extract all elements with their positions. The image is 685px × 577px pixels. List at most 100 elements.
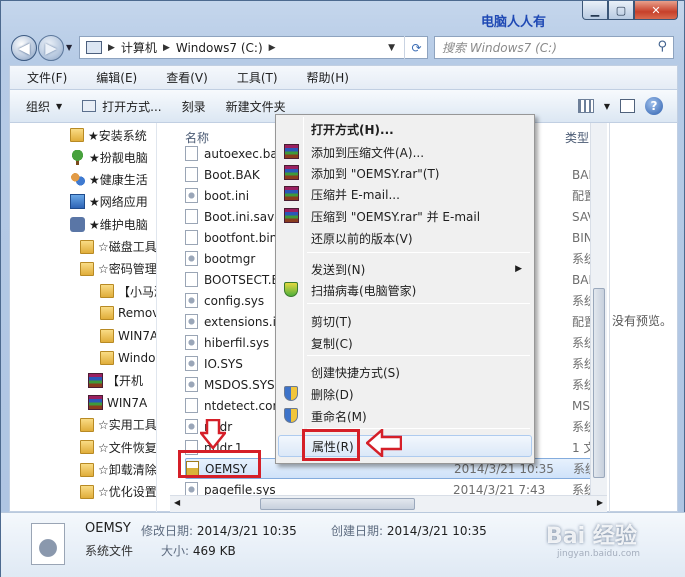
- horizontal-scrollbar[interactable]: ◀ ▶: [170, 495, 607, 512]
- context-menu-item[interactable]: 复制(C): [278, 332, 532, 354]
- change-view-icon[interactable]: [577, 99, 594, 113]
- context-menu-separator: [307, 303, 530, 304]
- scroll-right-icon[interactable]: ▶: [597, 498, 603, 507]
- scroll-left-icon[interactable]: ◀: [174, 498, 180, 507]
- context-menu-item[interactable]: 扫描病毒(电脑管家): [278, 279, 532, 301]
- nav-tree-item[interactable]: ★扮靓电脑: [70, 146, 148, 168]
- context-menu-label: 剪切(T): [311, 314, 352, 329]
- nav-tree-item[interactable]: ☆优化设置: [80, 481, 156, 503]
- breadcrumb-separator-icon[interactable]: ▶: [269, 43, 276, 53]
- nav-tree-item[interactable]: Remove: [100, 302, 156, 324]
- context-menu-item[interactable]: 打开方式(H)...: [278, 118, 532, 140]
- forward-arrow-icon: ▶: [45, 39, 57, 57]
- context-menu-item[interactable]: 添加到 "OEMSY.rar"(T): [278, 162, 532, 184]
- nav-tree-label: ☆文件恢复: [98, 440, 156, 455]
- rar-icon: [88, 372, 103, 388]
- horizontal-scroll-thumb[interactable]: [260, 498, 415, 510]
- nav-tree-item[interactable]: ☆磁盘工具: [80, 236, 156, 258]
- breadcrumb-separator-icon[interactable]: ▶: [108, 43, 115, 53]
- address-bar[interactable]: ▶ 计算机 ▶ Windows7 (C:) ▶ ▼: [79, 36, 428, 59]
- minimize-button[interactable]: ▁: [582, 1, 608, 20]
- details-file-type: 系统文件: [85, 544, 134, 558]
- menu-help[interactable]: 帮助(H): [290, 69, 361, 86]
- nav-tree-label: 【开机: [107, 373, 144, 388]
- caption-buttons: ▁ ▢ ✕: [582, 1, 678, 20]
- vertical-scroll-thumb[interactable]: [593, 288, 605, 478]
- file-icon: [185, 146, 198, 161]
- context-menu-item[interactable]: 删除(D): [278, 383, 532, 405]
- new-folder-button[interactable]: 新建文件夹: [216, 98, 296, 115]
- nav-tree-item[interactable]: 【开机: [88, 369, 143, 391]
- rar-icon: [88, 395, 103, 411]
- menu-bar: 文件(F) 编辑(E) 查看(V) 工具(T) 帮助(H): [9, 65, 678, 89]
- search-input[interactable]: 搜索 Windows7 (C:) ⚲: [434, 36, 674, 59]
- breadcrumb-separator-icon[interactable]: ▶: [163, 43, 170, 53]
- organize-button[interactable]: 组织 ▼: [10, 98, 72, 115]
- menu-tools[interactable]: 工具(T): [220, 69, 290, 86]
- nav-tree-item[interactable]: ☆实用工具: [80, 414, 156, 436]
- modified-label: 修改日期:: [141, 524, 194, 538]
- open-with-button[interactable]: 打开方式...: [72, 98, 171, 115]
- winrar-icon: [284, 144, 299, 159]
- recent-pages-dropdown[interactable]: ▼: [66, 43, 72, 52]
- open-with-label: 打开方式...: [102, 99, 162, 114]
- nav-tree-item[interactable]: WIN7A: [88, 392, 147, 414]
- context-menu-item[interactable]: 发送到(N) ▶: [278, 258, 532, 280]
- menu-edit[interactable]: 编辑(E): [79, 69, 149, 86]
- created-label: 创建日期:: [331, 524, 384, 538]
- file-name: hiberfil.sys: [204, 335, 270, 350]
- nav-tree-item[interactable]: ★网络应用: [70, 191, 148, 213]
- context-menu-item[interactable]: 重命名(M): [278, 405, 532, 427]
- nav-tree-item[interactable]: ☆密码管理: [80, 258, 156, 280]
- nav-tree-label: Remove: [118, 306, 156, 321]
- view-dropdown-icon[interactable]: ▼: [604, 102, 610, 111]
- breadcrumb-computer[interactable]: 计算机: [121, 39, 157, 56]
- file-icon: [185, 167, 198, 182]
- context-menu-item[interactable]: 添加到压缩文件(A)...: [278, 141, 532, 163]
- new-folder-label: 新建文件夹: [225, 99, 286, 114]
- context-menu-label: 删除(D): [311, 387, 354, 402]
- back-button[interactable]: ◀: [11, 35, 37, 61]
- nav-tree-label: ★安装系统: [88, 128, 147, 143]
- nav-pane-divider[interactable]: [156, 123, 157, 512]
- maximize-button[interactable]: ▢: [608, 1, 634, 20]
- nav-tree-item[interactable]: WIN7A: [100, 325, 156, 347]
- left-arrow-icon: [366, 429, 402, 457]
- menu-view[interactable]: 查看(V): [149, 69, 220, 86]
- folder-icon: [100, 284, 114, 299]
- address-dropdown-icon[interactable]: ▼: [388, 43, 395, 53]
- menu-file[interactable]: 文件(F): [10, 69, 79, 86]
- back-arrow-icon: ◀: [18, 39, 30, 57]
- context-menu-item[interactable]: 还原以前的版本(V): [278, 227, 532, 249]
- nav-tree-item[interactable]: ★维护电脑: [70, 213, 148, 235]
- nav-tree-label: ★扮靓电脑: [89, 150, 148, 165]
- context-menu-item[interactable]: 剪切(T): [278, 310, 532, 332]
- folder-icon: [100, 328, 114, 343]
- burn-button[interactable]: 刻录: [172, 98, 216, 115]
- help-icon[interactable]: ?: [645, 97, 663, 115]
- burn-label: 刻录: [181, 99, 206, 114]
- details-modified: 修改日期: 2014/3/21 10:35: [141, 522, 297, 539]
- highlight-box-properties: [302, 429, 360, 461]
- context-menu-item[interactable]: 压缩并 E-mail...: [278, 183, 532, 205]
- close-button[interactable]: ✕: [634, 1, 678, 20]
- nav-tree-item[interactable]: 【小马激: [100, 280, 156, 302]
- nav-tree-item[interactable]: ☆文件恢复: [80, 436, 156, 458]
- open-with-icon: [82, 100, 97, 112]
- context-menu-item[interactable]: 压缩到 "OEMSY.rar" 并 E-mail: [278, 205, 532, 227]
- breadcrumb-drive-c[interactable]: Windows7 (C:): [176, 41, 263, 55]
- folder-icon: [80, 440, 94, 455]
- nav-tree-item[interactable]: Windo: [100, 347, 156, 369]
- organize-label: 组织: [26, 99, 51, 114]
- vertical-scrollbar[interactable]: [590, 123, 607, 495]
- refresh-button[interactable]: ⟳: [404, 36, 428, 59]
- nav-tree-item[interactable]: ★安装系统: [70, 124, 147, 146]
- preview-pane-icon[interactable]: [620, 99, 635, 113]
- context-menu-item[interactable]: 创建快捷方式(S): [278, 361, 532, 383]
- forward-button[interactable]: ▶: [38, 35, 64, 61]
- nav-tree-label: Windo: [118, 351, 156, 365]
- nav-tree-item[interactable]: ★健康生活: [70, 169, 148, 191]
- highlight-box-oemsy: [178, 450, 261, 478]
- watermark-top: 电脑人人有: [481, 15, 547, 30]
- nav-tree-item[interactable]: ☆卸载清除: [80, 459, 156, 481]
